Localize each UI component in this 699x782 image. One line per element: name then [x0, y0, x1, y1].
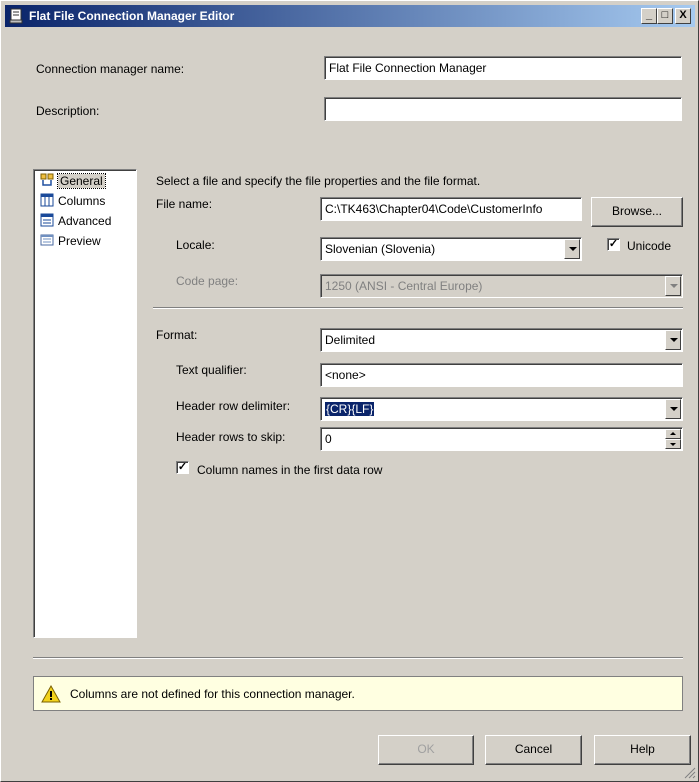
nav-item-general[interactable]: General: [38, 172, 132, 192]
maximize-button[interactable]: □: [657, 8, 673, 24]
minimize-button[interactable]: _: [641, 8, 657, 24]
minimize-icon: _: [645, 9, 653, 21]
browse-button[interactable]: Browse...: [591, 197, 683, 227]
header-rows-skip-label: Header rows to skip:: [176, 430, 286, 444]
columns-icon: [40, 193, 54, 207]
warning-icon: [41, 685, 61, 703]
close-button[interactable]: X: [675, 8, 691, 24]
chevron-down-icon[interactable]: [665, 399, 681, 419]
info-message: Columns are not defined for this connect…: [70, 687, 355, 701]
column-names-checkbox[interactable]: ✓: [176, 461, 189, 474]
code-page-label: Code page:: [176, 274, 239, 288]
locale-label: Locale:: [176, 238, 215, 252]
resize-grip-icon[interactable]: [684, 767, 696, 779]
title-bar[interactable]: Flat File Connection Manager Editor _ □ …: [5, 5, 695, 27]
close-icon: X: [679, 9, 687, 21]
description-input[interactable]: [324, 97, 682, 121]
header-row-delimiter-label: Header row delimiter:: [176, 399, 291, 413]
connection-manager-icon: [9, 8, 23, 24]
code-page-dropdown[interactable]: 1250 (ANSI - Central Europe): [320, 274, 683, 298]
bottom-divider: [33, 657, 683, 659]
general-icon: [40, 173, 54, 186]
dialog-window: Flat File Connection Manager Editor _ □ …: [0, 0, 699, 782]
format-label: Format:: [156, 328, 198, 342]
nav-item-columns[interactable]: Columns: [38, 192, 132, 212]
connection-name-label: Connection manager name:: [36, 62, 185, 76]
ok-button[interactable]: OK: [378, 735, 474, 765]
section-divider: [153, 307, 683, 309]
chevron-down-icon[interactable]: [665, 330, 681, 350]
nav-item-preview[interactable]: Preview: [38, 232, 132, 252]
general-intro-text: Select a file and specify the file prope…: [156, 174, 481, 188]
header-row-delimiter-dropdown[interactable]: {CR}{LF}: [320, 397, 683, 421]
chevron-down-icon[interactable]: [564, 239, 580, 259]
cancel-button[interactable]: Cancel: [485, 735, 582, 765]
spin-down-icon[interactable]: [665, 439, 681, 449]
info-bar: Columns are not defined for this connect…: [33, 676, 683, 711]
unicode-checkbox[interactable]: ✓: [607, 238, 620, 251]
nav-item-advanced[interactable]: Advanced: [38, 212, 132, 232]
spin-up-icon[interactable]: [665, 429, 681, 439]
text-qualifier-input[interactable]: <none>: [320, 363, 683, 387]
header-rows-skip-stepper[interactable]: 0: [320, 427, 683, 451]
column-names-label: Column names in the first data row: [197, 463, 383, 477]
advanced-icon: [40, 213, 54, 227]
file-name-input[interactable]: C:\TK463\Chapter04\Code\CustomerInfo: [320, 197, 582, 221]
format-dropdown[interactable]: Delimited: [320, 328, 683, 352]
page-navigation-list: General Columns Advanced Preview: [33, 169, 137, 638]
text-qualifier-label: Text qualifier:: [176, 363, 247, 377]
connection-name-input[interactable]: Flat File Connection Manager: [324, 56, 682, 80]
help-button[interactable]: Help: [594, 735, 691, 765]
locale-dropdown[interactable]: Slovenian (Slovenia): [320, 237, 582, 261]
description-label: Description:: [36, 104, 100, 118]
file-name-label: File name:: [156, 197, 213, 211]
preview-icon: [40, 234, 54, 246]
maximize-icon: □: [661, 9, 669, 21]
unicode-label: Unicode: [627, 239, 672, 253]
window-title: Flat File Connection Manager Editor: [29, 9, 235, 23]
chevron-down-icon[interactable]: [665, 276, 681, 296]
